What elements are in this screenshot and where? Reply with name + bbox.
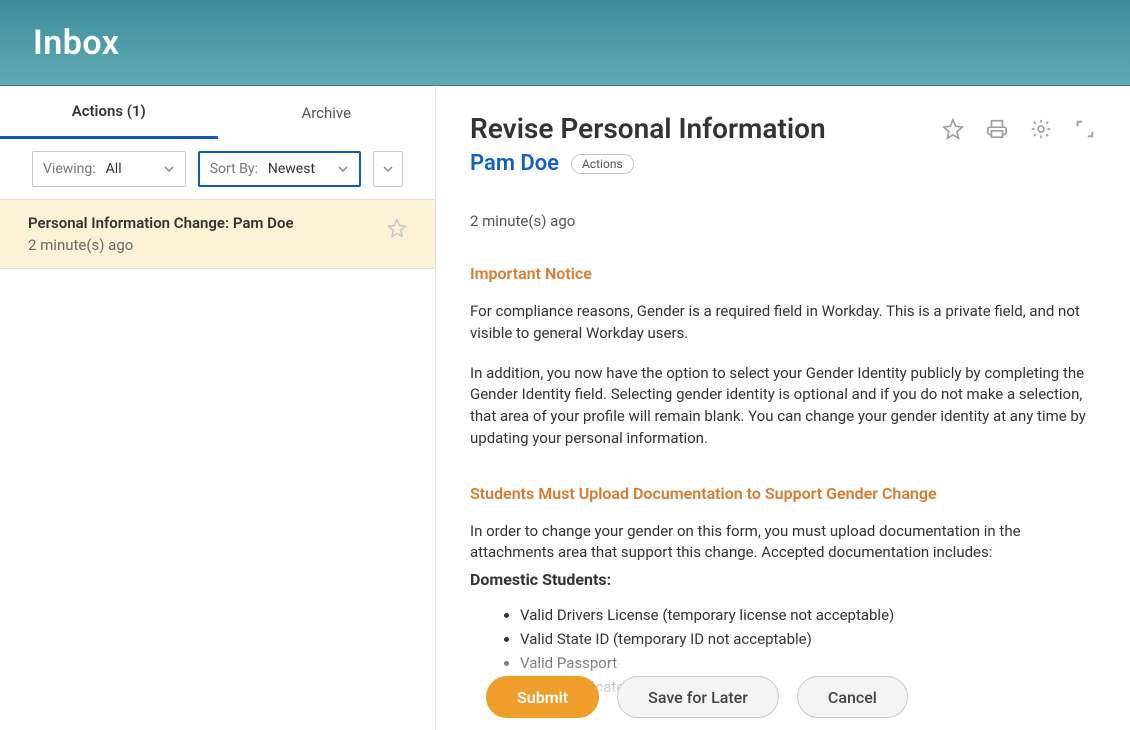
filter-bar: Viewing: All Sort By: Newest	[0, 139, 435, 200]
documentation-heading: Students Must Upload Documentation to Su…	[470, 484, 1096, 503]
fullscreen-icon[interactable]	[1074, 118, 1096, 140]
print-icon[interactable]	[986, 118, 1008, 140]
person-row: Pam Doe Actions	[470, 151, 1096, 176]
detail-title: Revise Personal Information	[470, 112, 826, 145]
gear-icon[interactable]	[1030, 118, 1052, 140]
inbox-item-title: Personal Information Change: Pam Doe	[28, 214, 375, 232]
domestic-students-heading: Domestic Students:	[470, 570, 1096, 589]
tab-archive[interactable]: Archive	[218, 86, 436, 139]
actions-menu-button[interactable]: Actions	[571, 154, 634, 174]
page-title: Inbox	[33, 23, 120, 63]
page-banner: Inbox	[0, 0, 1130, 86]
inbox-item[interactable]: Personal Information Change: Pam Doe 2 m…	[0, 200, 435, 269]
viewing-dropdown[interactable]: Viewing: All	[32, 151, 186, 187]
cancel-button[interactable]: Cancel	[797, 676, 908, 718]
list-item: Valid State ID (temporary ID not accepta…	[520, 627, 1096, 651]
chevron-down-icon	[163, 163, 175, 175]
chevron-down-icon	[382, 163, 394, 175]
notice-paragraph-2: In addition, you now have the option to …	[470, 363, 1096, 450]
inbox-tabs: Actions (1) Archive	[0, 86, 435, 139]
documentation-paragraph: In order to change your gender on this f…	[470, 521, 1096, 565]
tab-actions[interactable]: Actions (1)	[0, 86, 218, 139]
viewing-label: Viewing:	[43, 161, 96, 177]
detail-timestamp: 2 minute(s) ago	[470, 212, 1096, 230]
inbox-item-list: Personal Information Change: Pam Doe 2 m…	[0, 200, 435, 730]
notice-paragraph-1: For compliance reasons, Gender is a requ…	[470, 301, 1096, 345]
submit-button[interactable]: Submit	[486, 676, 599, 718]
detail-toolbar	[942, 118, 1096, 140]
filter-expand-button[interactable]	[373, 151, 403, 187]
inbox-panel: Actions (1) Archive Viewing: All Sort By…	[0, 86, 436, 730]
sortby-dropdown[interactable]: Sort By: Newest	[198, 151, 361, 187]
star-icon[interactable]	[387, 218, 407, 238]
chevron-down-icon	[337, 163, 349, 175]
main-region: Actions (1) Archive Viewing: All Sort By…	[0, 86, 1130, 730]
action-button-row: Submit Save for Later Cancel	[486, 676, 908, 718]
list-item: Valid Passport	[520, 651, 1096, 675]
notice-heading: Important Notice	[470, 264, 1096, 283]
list-item: Valid Drivers License (temporary license…	[520, 603, 1096, 627]
person-name[interactable]: Pam Doe	[470, 151, 559, 176]
inbox-item-time: 2 minute(s) ago	[28, 236, 375, 254]
detail-content: Revise Personal Information	[436, 86, 1130, 730]
star-icon[interactable]	[942, 118, 964, 140]
viewing-value: All	[106, 161, 122, 177]
detail-panel: Revise Personal Information	[436, 86, 1130, 730]
save-for-later-button[interactable]: Save for Later	[617, 676, 779, 718]
sortby-value: Newest	[268, 161, 315, 177]
sortby-label: Sort By:	[210, 161, 258, 177]
